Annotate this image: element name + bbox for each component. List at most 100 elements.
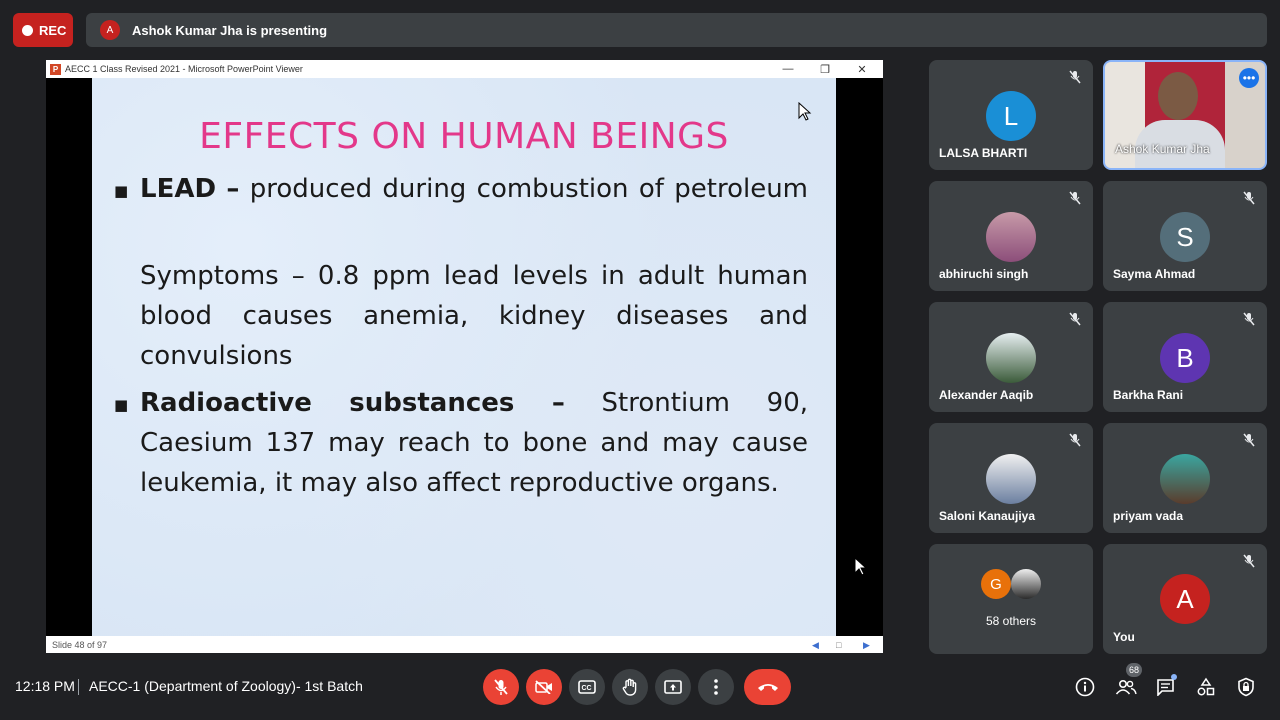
captions-button[interactable]: CC	[569, 669, 605, 705]
participant-name: Barkha Rani	[1113, 388, 1184, 402]
participant-tile[interactable]: Saloni Kanaujiya	[929, 423, 1093, 533]
close-button[interactable]: ✕	[847, 60, 877, 78]
camera-off-icon	[535, 680, 552, 694]
participant-photo	[1011, 569, 1041, 599]
more-options-icon[interactable]: •••	[1239, 68, 1259, 88]
participant-tile[interactable]: priyam vada	[1103, 423, 1267, 533]
participant-tile[interactable]: Alexander Aaqib	[929, 302, 1093, 412]
others-count: 58 others	[985, 614, 1037, 628]
participant-name: abhiruchi singh	[939, 267, 1029, 281]
participant-name: LALSA BHARTI	[939, 146, 1028, 160]
participant-name: You	[1113, 630, 1135, 644]
mic-off-icon	[494, 679, 508, 695]
bullet-icon: ■	[114, 182, 129, 200]
meeting-title: AECC-1 (Department of Zoology)- 1st Batc…	[89, 678, 363, 694]
avatar: A	[1160, 574, 1210, 624]
mic-off-icon	[1069, 191, 1081, 205]
divider	[78, 679, 79, 695]
rec-label: REC	[39, 22, 67, 38]
status-bar: Slide 48 of 97	[46, 636, 883, 653]
mouse-cursor-icon	[798, 102, 812, 121]
self-tile[interactable]: A You	[1103, 544, 1267, 654]
shield-lock-icon	[1238, 677, 1254, 697]
presenting-text: Ashok Kumar Jha is presenting	[132, 22, 328, 38]
present-screen-icon	[664, 680, 682, 694]
slide: EFFECTS ON HUMAN BEINGS ■ LEAD – produce…	[92, 78, 836, 636]
slide-counter: Slide 48 of 97	[52, 639, 108, 650]
participant-tile[interactable]: L LALSA BHARTI	[929, 60, 1093, 170]
participant-tile[interactable]: B Barkha Rani	[1103, 302, 1267, 412]
participant-name: priyam vada	[1113, 509, 1184, 523]
hang-up-icon	[757, 684, 778, 691]
raise-hand-button[interactable]	[612, 669, 648, 705]
lead-dash: –	[226, 174, 240, 204]
chat-button[interactable]	[1155, 674, 1177, 698]
window-titlebar: P AECC 1 Class Revised 2021 - Microsoft …	[46, 60, 883, 78]
meeting-details-button[interactable]	[1074, 676, 1096, 698]
mic-off-icon	[1069, 312, 1081, 326]
restore-button[interactable]: ❐	[810, 60, 840, 78]
participant-photo	[986, 212, 1036, 262]
mic-off-icon	[1243, 312, 1255, 326]
mouse-cursor-icon	[854, 557, 868, 576]
powerpoint-icon: P	[50, 63, 61, 75]
shapes-icon	[1197, 677, 1215, 696]
record-dot-icon	[22, 24, 33, 36]
lead-line: LEAD – produced during combustion of pet…	[140, 169, 808, 209]
slide-title: EFFECTS ON HUMAN BEINGS	[199, 116, 729, 157]
avatar: B	[1160, 333, 1210, 383]
mic-off-icon	[1069, 70, 1081, 84]
radio-term: Radioactive substances –	[140, 388, 565, 418]
mic-off-icon	[1069, 433, 1081, 447]
minimize-button[interactable]: —	[773, 60, 803, 78]
participant-photo	[1160, 454, 1210, 504]
bullet-icon: ■	[114, 396, 129, 414]
svg-text:CC: CC	[582, 685, 592, 692]
clock: 12:18 PM	[15, 678, 75, 694]
others-tile[interactable]: G 58 others	[929, 544, 1093, 654]
mic-off-icon	[1243, 554, 1255, 568]
lead-term: LEAD	[140, 174, 217, 204]
slide-menu-icon[interactable]: □	[836, 640, 841, 650]
window-title: AECC 1 Class Revised 2021 - Microsoft Po…	[65, 64, 303, 74]
activities-button[interactable]	[1195, 676, 1217, 698]
avatar: G	[981, 569, 1011, 599]
presenter-avatar: A	[100, 20, 120, 40]
hand-icon	[622, 678, 637, 696]
radioactive-line: Radioactive substances – Strontium 90, C…	[140, 383, 808, 503]
avatar: L	[986, 91, 1036, 141]
camera-toggle-button[interactable]	[526, 669, 562, 705]
present-button[interactable]	[655, 669, 691, 705]
leave-call-button[interactable]	[744, 669, 791, 705]
participant-photo	[986, 333, 1036, 383]
avatar: S	[1160, 212, 1210, 262]
more-vert-icon	[714, 679, 718, 695]
participant-tile[interactable]: abhiruchi singh	[929, 181, 1093, 291]
participant-name: Ashok Kumar Jha	[1115, 142, 1210, 156]
unread-dot	[1171, 674, 1177, 680]
next-slide-icon[interactable]: ▶	[863, 640, 870, 651]
lead-text: produced during combustion of petroleum	[249, 174, 809, 204]
people-icon	[1115, 679, 1137, 695]
speaker-photo	[1158, 72, 1198, 120]
mic-toggle-button[interactable]	[483, 669, 519, 705]
active-speaker-tile[interactable]: ••• Ashok Kumar Jha	[1103, 60, 1267, 170]
presentation-window: P AECC 1 Class Revised 2021 - Microsoft …	[46, 60, 883, 653]
host-controls-button[interactable]	[1235, 676, 1257, 698]
mic-off-icon	[1243, 191, 1255, 205]
recording-badge: REC	[13, 13, 73, 47]
people-count-badge: 68	[1126, 663, 1142, 677]
info-icon	[1075, 677, 1095, 697]
previous-slide-icon[interactable]: ◀	[812, 640, 819, 651]
participant-name: Saloni Kanaujiya	[939, 509, 1036, 523]
chat-icon	[1157, 679, 1174, 696]
participant-photo	[986, 454, 1036, 504]
symptoms-text: Symptoms – 0.8 ppm lead levels in adult …	[140, 261, 808, 371]
mic-off-icon	[1243, 433, 1255, 447]
presenting-banner: A Ashok Kumar Jha is presenting	[86, 13, 1267, 47]
people-button[interactable]	[1115, 676, 1137, 698]
participant-name: Alexander Aaqib	[939, 388, 1034, 402]
participant-name: Sayma Ahmad	[1113, 267, 1196, 281]
more-options-button[interactable]	[698, 669, 734, 705]
participant-tile[interactable]: S Sayma Ahmad	[1103, 181, 1267, 291]
